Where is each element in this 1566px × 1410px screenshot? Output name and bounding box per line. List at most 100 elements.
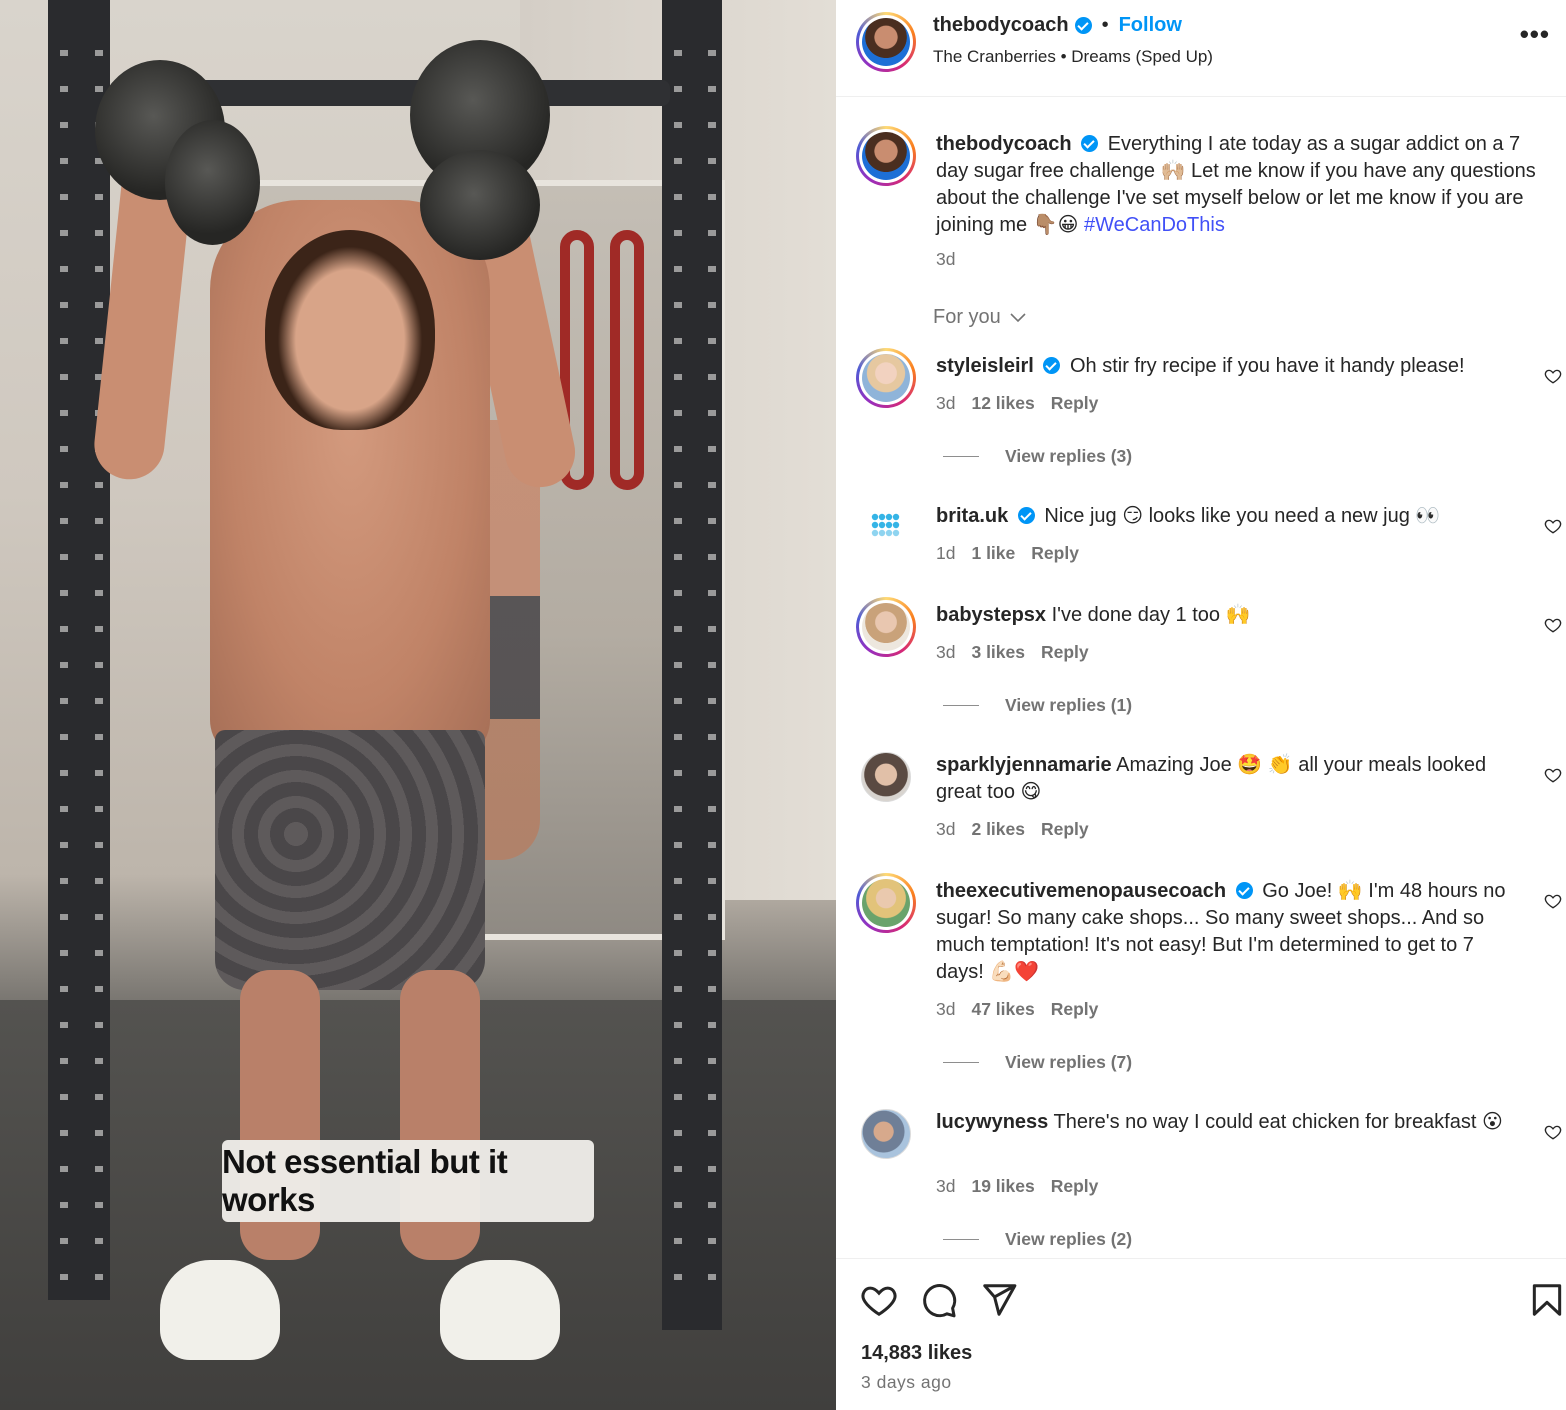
commenter-avatar[interactable] bbox=[856, 597, 916, 657]
verified-badge-icon bbox=[1043, 357, 1061, 374]
comment-reply-button[interactable]: Reply bbox=[1051, 999, 1099, 1020]
comment-item: lucywyness There's no way I could eat ch… bbox=[936, 1109, 1536, 1136]
person-shoe-right bbox=[440, 1260, 560, 1360]
comment-item: styleisleirl Oh stir fry recipe if you h… bbox=[936, 353, 1536, 380]
comment-item: theexecutivemenopausecoach Go Joe! 🙌 I'm… bbox=[936, 878, 1526, 986]
header-separator: • bbox=[1101, 14, 1109, 36]
audio-attribution[interactable]: The Cranberries • Dreams (Sped Up) bbox=[933, 47, 1213, 67]
hashtag-link[interactable]: #WeCanDoThis bbox=[1084, 214, 1225, 236]
comment-text: There's no way I could eat chicken for b… bbox=[1053, 1111, 1503, 1133]
video-caption-overlay: Not essential but it works bbox=[222, 1140, 594, 1222]
dumbbell-left-plate bbox=[165, 120, 260, 245]
post-caption: thebodycoach Everything I ate today as a… bbox=[936, 131, 1536, 239]
audio-track: Dreams (Sped Up) bbox=[1071, 47, 1213, 66]
comment-time: 3d bbox=[936, 999, 956, 1019]
comment-username[interactable]: theexecutivemenopausecoach bbox=[936, 880, 1226, 902]
comment-username[interactable]: brita.uk bbox=[936, 505, 1008, 527]
post-action-bar: 14,883 likes 3 days ago bbox=[836, 1258, 1566, 1410]
caption-author-avatar[interactable] bbox=[856, 126, 916, 186]
author-avatar[interactable] bbox=[856, 12, 916, 72]
comment-reply-button[interactable]: Reply bbox=[1041, 819, 1089, 840]
commenter-avatar[interactable] bbox=[861, 502, 911, 552]
post-header: thebodycoach • Follow bbox=[933, 14, 1182, 37]
comment-username[interactable]: babystepsx bbox=[936, 604, 1046, 626]
view-replies-button[interactable]: View replies (3) bbox=[943, 446, 1132, 467]
comment-item: babystepsx I've done day 1 too 🙌 bbox=[936, 602, 1536, 629]
comment-likes[interactable]: 3 likes bbox=[971, 642, 1025, 663]
comment-reply-button[interactable]: Reply bbox=[1051, 393, 1099, 414]
comment-sort-dropdown[interactable]: For you bbox=[933, 306, 1027, 329]
replies-line bbox=[943, 1239, 979, 1240]
comment-like-heart-icon[interactable] bbox=[1544, 367, 1562, 385]
comment-time: 3d bbox=[936, 642, 956, 662]
comment-item: brita.uk Nice jug 😏 looks like you need … bbox=[936, 503, 1536, 530]
comment-bubble-icon[interactable] bbox=[920, 1281, 958, 1319]
view-replies-button[interactable]: View replies (7) bbox=[943, 1052, 1132, 1073]
reel-video-player[interactable]: Not essential but it works bbox=[0, 0, 836, 1410]
brita-logo-icon bbox=[871, 513, 900, 537]
view-replies-label: View replies (7) bbox=[1005, 1052, 1133, 1072]
comment-likes[interactable]: 2 likes bbox=[971, 819, 1025, 840]
caption-meta: 3d bbox=[936, 249, 955, 270]
audio-artist: The Cranberries bbox=[933, 47, 1056, 66]
view-replies-label: View replies (3) bbox=[1005, 446, 1133, 466]
verified-badge-icon bbox=[1017, 507, 1035, 524]
commenter-avatar[interactable] bbox=[856, 348, 916, 408]
commenter-avatar[interactable] bbox=[861, 752, 911, 802]
replies-line bbox=[943, 705, 979, 706]
header-divider bbox=[836, 96, 1566, 97]
comment-text: Oh stir fry recipe if you have it handy … bbox=[1069, 355, 1465, 377]
verified-badge-icon bbox=[1074, 17, 1092, 34]
rack-holes bbox=[60, 20, 68, 1280]
comment-like-heart-icon[interactable] bbox=[1544, 616, 1562, 634]
comment-text: Nice jug 😏 looks like you need a new jug… bbox=[1044, 505, 1441, 527]
comment-username[interactable]: lucywyness bbox=[936, 1111, 1048, 1133]
caption-time: 3d bbox=[936, 249, 956, 269]
follow-button[interactable]: Follow bbox=[1119, 14, 1182, 37]
comment-like-heart-icon[interactable] bbox=[1544, 766, 1562, 784]
sort-label: For you bbox=[933, 306, 1001, 328]
comment-reply-button[interactable]: Reply bbox=[1031, 543, 1079, 564]
comment-likes[interactable]: 47 likes bbox=[971, 999, 1034, 1020]
comment-reply-button[interactable]: Reply bbox=[1051, 1176, 1099, 1197]
comment-item: sparklyjennamarie Amazing Joe 🤩 👏 all yo… bbox=[936, 752, 1536, 806]
view-replies-button[interactable]: View replies (2) bbox=[943, 1229, 1132, 1250]
replies-line bbox=[943, 1062, 979, 1063]
view-replies-label: View replies (2) bbox=[1005, 1229, 1133, 1249]
replies-line bbox=[943, 456, 979, 457]
comment-time: 3d bbox=[936, 1176, 956, 1196]
comment-reply-button[interactable]: Reply bbox=[1041, 642, 1089, 663]
commenter-avatar[interactable] bbox=[856, 873, 916, 933]
comment-meta: 3d 19 likes Reply bbox=[936, 1176, 1098, 1197]
caption-username[interactable]: thebodycoach bbox=[936, 133, 1072, 155]
more-dots-icon[interactable]: ••• bbox=[1520, 21, 1550, 47]
comment-text: I've done day 1 too 🙌 bbox=[1051, 604, 1251, 626]
author-username[interactable]: thebodycoach bbox=[933, 14, 1069, 37]
comment-like-heart-icon[interactable] bbox=[1544, 517, 1562, 535]
comment-likes[interactable]: 1 like bbox=[971, 543, 1015, 564]
view-replies-button[interactable]: View replies (1) bbox=[943, 695, 1132, 716]
bookmark-icon[interactable] bbox=[1528, 1281, 1566, 1319]
comment-like-heart-icon[interactable] bbox=[1544, 892, 1562, 910]
comment-like-heart-icon[interactable] bbox=[1544, 1123, 1562, 1141]
comment-meta: 3d 3 likes Reply bbox=[936, 642, 1089, 663]
comment-likes[interactable]: 19 likes bbox=[971, 1176, 1034, 1197]
comment-time: 3d bbox=[936, 393, 956, 413]
comment-username[interactable]: sparklyjennamarie bbox=[936, 754, 1112, 776]
heart-icon[interactable] bbox=[860, 1281, 898, 1319]
commenter-avatar[interactable] bbox=[861, 1109, 911, 1159]
comment-likes[interactable]: 12 likes bbox=[971, 393, 1034, 414]
post-timestamp[interactable]: 3 days ago bbox=[861, 1372, 952, 1393]
rack-holes bbox=[95, 20, 103, 1280]
verified-badge-icon bbox=[1235, 882, 1253, 899]
comment-username[interactable]: styleisleirl bbox=[936, 355, 1034, 377]
audio-separator: • bbox=[1060, 47, 1067, 66]
paper-plane-icon[interactable] bbox=[980, 1281, 1018, 1319]
dumbbell-right-plate bbox=[420, 150, 540, 260]
chevron-down-icon bbox=[1010, 312, 1026, 322]
rack-holes bbox=[674, 20, 682, 1280]
like-count[interactable]: 14,883 likes bbox=[861, 1342, 972, 1365]
person-head bbox=[265, 230, 435, 430]
post-side-panel: thebodycoach • Follow The Cranberries • … bbox=[836, 0, 1566, 1410]
comment-time: 3d bbox=[936, 819, 956, 839]
